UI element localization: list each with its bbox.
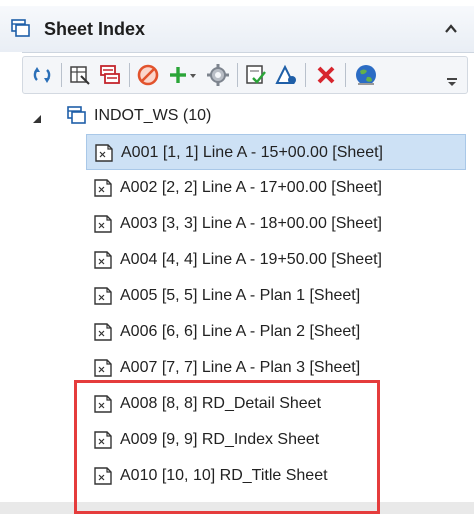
toolbar-separator (305, 63, 306, 87)
disable-icon[interactable] (135, 62, 161, 88)
add-icon[interactable] (167, 62, 199, 88)
sheet-row[interactable]: A001 [1, 1] Line A - 15+00.00 [Sheet] (86, 134, 466, 170)
sheet-row-label: A002 [2, 2] Line A - 17+00.00 [Sheet] (120, 179, 382, 196)
sheet-row[interactable]: A004 [4, 4] Line A - 19+50.00 [Sheet] (86, 242, 466, 278)
sheet-icon (92, 357, 114, 379)
sheet-row-label: A001 [1, 1] Line A - 15+00.00 [Sheet] (121, 144, 383, 161)
check-icon[interactable] (243, 62, 269, 88)
sheet-row-label: A004 [4, 4] Line A - 19+50.00 [Sheet] (120, 251, 382, 268)
sheet-row[interactable]: A003 [3, 3] Line A - 18+00.00 [Sheet] (86, 206, 466, 242)
tree-root-node[interactable]: INDOT_WS (10) (22, 98, 466, 134)
toolbar-separator (61, 63, 62, 87)
sheet-icon (93, 142, 115, 164)
sheet-icon (92, 177, 114, 199)
sheet-row[interactable]: A002 [2, 2] Line A - 17+00.00 [Sheet] (86, 170, 466, 206)
sheet-row[interactable]: A006 [6, 6] Line A - Plan 2 [Sheet] (86, 314, 466, 350)
toolbar-separator (129, 63, 130, 87)
sheet-row-label: A009 [9, 9] RD_Index Sheet (120, 431, 320, 448)
sheet-row-label: A010 [10, 10] RD_Title Sheet (120, 467, 328, 484)
open-sheet-icon[interactable] (67, 62, 93, 88)
toolbar-separator (237, 63, 238, 87)
sheet-row[interactable]: A010 [10, 10] RD_Title Sheet (86, 458, 466, 494)
refresh-icon[interactable] (29, 62, 55, 88)
sheet-row-label: A005 [5, 5] Line A - Plan 1 [Sheet] (120, 287, 361, 304)
sheet-icon (92, 285, 114, 307)
sheet-tree: INDOT_WS (10) A001 [1, 1] Line A - 15+00… (22, 96, 466, 502)
expand-triangle-icon[interactable] (32, 111, 42, 123)
sheet-properties-icon[interactable] (97, 62, 123, 88)
sheet-row[interactable]: A008 [8, 8] RD_Detail Sheet (86, 386, 466, 422)
sheet-icon (92, 321, 114, 343)
settings-icon[interactable] (205, 62, 231, 88)
sheet-icon (92, 393, 114, 415)
tree-root-label: INDOT_WS (10) (94, 107, 212, 124)
sheet-icon (92, 465, 114, 487)
sheet-row-label: A006 [6, 6] Line A - Plan 2 [Sheet] (120, 323, 361, 340)
delete-icon[interactable] (313, 62, 339, 88)
toolbar (22, 56, 468, 94)
sheet-index-folder-icon (66, 105, 88, 127)
sheet-row[interactable]: A005 [5, 5] Line A - Plan 1 [Sheet] (86, 278, 466, 314)
sheet-row-label: A007 [7, 7] Line A - Plan 3 [Sheet] (120, 359, 361, 376)
design-icon[interactable] (273, 62, 299, 88)
sheet-row-label: A008 [8, 8] RD_Detail Sheet (120, 395, 322, 412)
panel-header: Sheet Index (0, 6, 474, 53)
globe-icon[interactable] (353, 62, 379, 88)
sheet-icon (92, 249, 114, 271)
overflow-icon[interactable] (443, 62, 461, 88)
sheet-row[interactable]: A009 [9, 9] RD_Index Sheet (86, 422, 466, 458)
sheet-index-panel: Sheet Index INDOT_WS (10) A001 [1, 1] Li… (0, 0, 474, 514)
sheet-row-label: A003 [3, 3] Line A - 18+00.00 [Sheet] (120, 215, 382, 232)
sheet-icon (92, 429, 114, 451)
toolbar-separator (345, 63, 346, 87)
collapse-chevron-icon[interactable] (442, 20, 460, 38)
sheet-row[interactable]: A007 [7, 7] Line A - Plan 3 [Sheet] (86, 350, 466, 386)
panel-left-gutter (0, 52, 22, 502)
sheet-icon (92, 213, 114, 235)
sheet-index-icon (10, 18, 32, 40)
panel-title: Sheet Index (44, 19, 146, 39)
